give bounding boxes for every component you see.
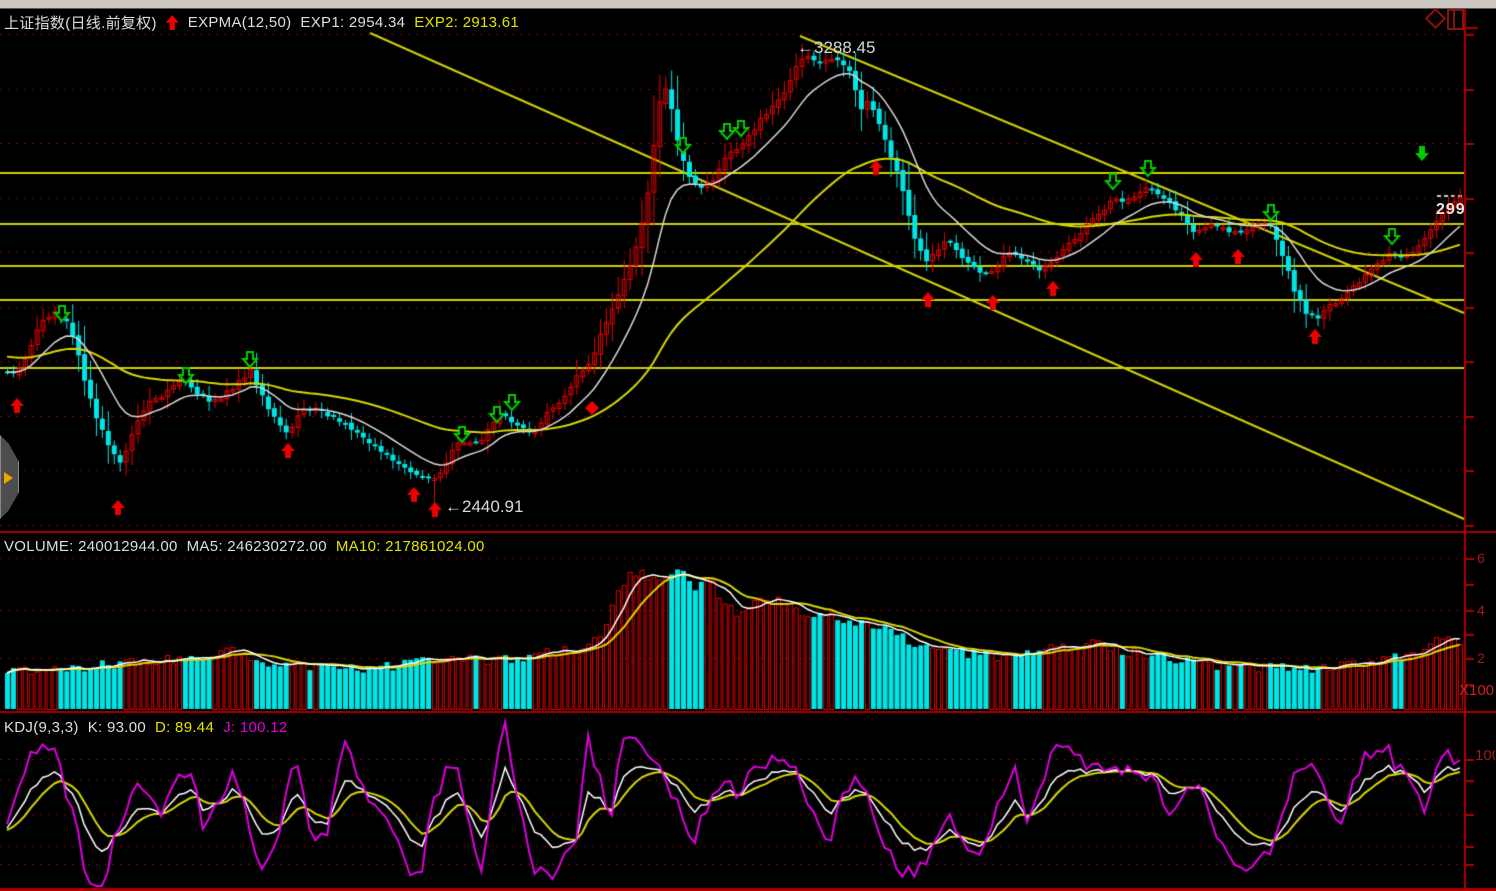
volume-value[interactable]: VOLUME: 240012944.00 — [4, 538, 178, 555]
main-chart-header: 上证指数(日线.前复权) EXPMA(12,50) EXP1: 2954.34 … — [4, 12, 519, 33]
last-price-label: 299 — [1436, 201, 1466, 219]
volume-ma10-value: MA10: 217861024.00 — [336, 538, 485, 555]
volume-axis-label-2: 2 — [1477, 650, 1485, 666]
split-window-icon[interactable] — [1447, 9, 1464, 30]
symbol-title: 上证指数(日线.前复权) — [4, 12, 157, 33]
volume-axis-label-6: 6 — [1477, 550, 1485, 566]
volume-multiplier-label: X10000 — [1459, 682, 1494, 699]
buy-signal-icon — [166, 15, 179, 30]
kdj-pane-header: KDJ(9,3,3) K: 93.00 D: 89.44 J: 100.12 — [4, 719, 288, 736]
high-price-label: ←3288.45 — [797, 38, 875, 58]
kdj-axis-label-100: 100 — [1475, 747, 1495, 764]
kdj-d-value: D: 89.44 — [155, 719, 214, 736]
kdj-indicator-label[interactable]: KDJ(9,3,3) — [4, 719, 79, 736]
kdj-j-value: J: 100.12 — [223, 719, 287, 736]
kdj-k-value: K: 93.00 — [88, 719, 146, 736]
volume-pane-header: VOLUME: 240012944.00 MA5: 246230272.00 M… — [4, 538, 485, 555]
volume-ma5-value: MA5: 246230272.00 — [187, 538, 327, 555]
volume-axis-label-4: 4 — [1477, 602, 1485, 618]
low-price-label: ←2440.91 — [445, 497, 523, 517]
window-top-strip — [0, 0, 1496, 9]
trading-app-window: 上证指数(日线.前复权) EXPMA(12,50) EXP1: 2954.34 … — [0, 0, 1496, 891]
exp2-value: EXP2: 2913.61 — [414, 14, 519, 31]
expand-arrow-icon — [4, 472, 13, 484]
indicator-label[interactable]: EXPMA(12,50) — [188, 14, 292, 31]
main-chart-canvas[interactable] — [0, 0, 1496, 891]
exp1-value: EXP1: 2954.34 — [300, 14, 405, 31]
